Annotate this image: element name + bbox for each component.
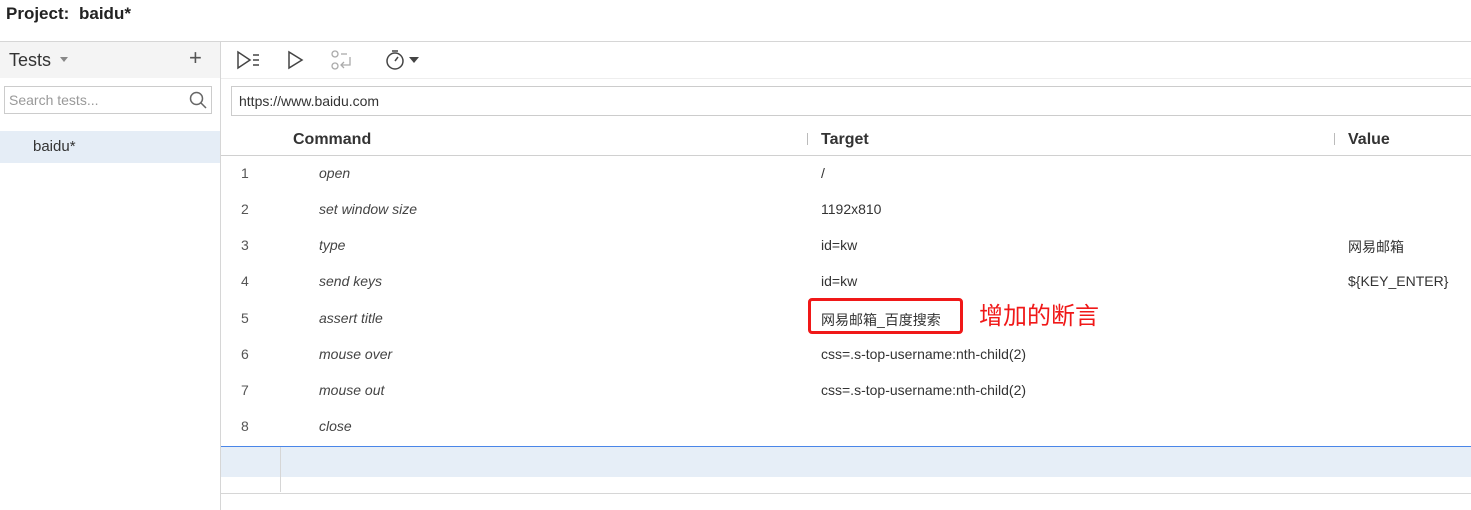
new-command-row[interactable]: [221, 447, 1471, 477]
target-cell: css=.s-top-username:nth-child(2): [821, 382, 1027, 398]
project-name[interactable]: baidu*: [79, 4, 131, 24]
row-number: 5: [241, 310, 249, 326]
table-row[interactable]: 8 close: [221, 408, 1471, 444]
value-cell: 网易邮箱: [1348, 239, 1404, 255]
run-all-icon[interactable]: [235, 48, 261, 72]
value-cell: ${KEY_ENTER}: [1348, 273, 1449, 289]
command-cell: close: [319, 418, 352, 434]
value-column-header: Value: [1348, 131, 1390, 148]
target-cell: css=.s-top-username:nth-child(2): [821, 346, 1027, 362]
row-number: 1: [241, 165, 249, 181]
target-cell: id=kw: [821, 273, 858, 289]
command-cell: send keys: [319, 273, 383, 289]
table-row[interactable]: 2 set window size 1192x810: [221, 191, 1471, 227]
annotation-highlight-box: [808, 298, 963, 334]
gutter-divider: [280, 447, 281, 492]
commands-table-header: Command Target Value: [221, 123, 1471, 156]
command-cell: type: [319, 237, 346, 253]
command-cell: open: [319, 165, 351, 181]
table-bottom-divider: [221, 493, 1471, 494]
command-cell: assert title: [319, 310, 383, 326]
run-icon[interactable]: [283, 48, 309, 72]
column-divider[interactable]: [807, 133, 808, 145]
row-number: 2: [241, 201, 249, 217]
table-row[interactable]: 7 mouse out css=.s-top-username:nth-chil…: [221, 372, 1471, 408]
table-row[interactable]: 3 type id=kw 网易邮箱: [221, 227, 1471, 263]
command-cell: mouse over: [319, 346, 393, 362]
tests-dropdown[interactable]: Tests: [9, 50, 51, 71]
timer-icon[interactable]: [384, 48, 424, 72]
top-bar: Project: baidu*: [0, 0, 1471, 42]
column-divider[interactable]: [1334, 133, 1335, 145]
row-number: 7: [241, 382, 249, 398]
search-icon[interactable]: [189, 91, 207, 109]
table-row[interactable]: 6 mouse over css=.s-top-username:nth-chi…: [221, 336, 1471, 372]
command-cell: mouse out: [319, 382, 385, 398]
row-number: 8: [241, 418, 249, 434]
project-label: Project:: [6, 4, 70, 23]
base-url-input[interactable]: [232, 87, 1446, 115]
table-row[interactable]: 4 send keys id=kw ${KEY_ENTER}: [221, 263, 1471, 299]
plus-icon[interactable]: +: [189, 46, 202, 70]
annotation-text: 增加的断言: [979, 302, 1099, 330]
row-number: 3: [241, 237, 249, 253]
command-cell: set window size: [319, 201, 418, 217]
search-box: [4, 86, 212, 114]
caret-down-icon[interactable]: [60, 57, 68, 62]
target-cell: 1192x810: [821, 201, 882, 217]
base-url-box: [231, 86, 1471, 116]
target-column-header: Target: [821, 131, 869, 148]
tests-header: Tests +: [0, 42, 220, 78]
row-number: 4: [241, 273, 249, 289]
row-number: 6: [241, 346, 249, 362]
test-item-label: baidu*: [33, 138, 76, 155]
search-tests-input[interactable]: [5, 87, 193, 113]
test-item-baidu[interactable]: baidu*: [0, 131, 220, 163]
target-cell: /: [821, 165, 825, 181]
command-column-header: Command: [293, 131, 372, 148]
toolbar: [221, 42, 1471, 79]
table-row[interactable]: 1 open /: [221, 155, 1471, 191]
tests-sidebar: Tests + baidu*: [0, 42, 221, 510]
target-cell: id=kw: [821, 237, 858, 253]
step-icon[interactable]: [329, 48, 355, 72]
